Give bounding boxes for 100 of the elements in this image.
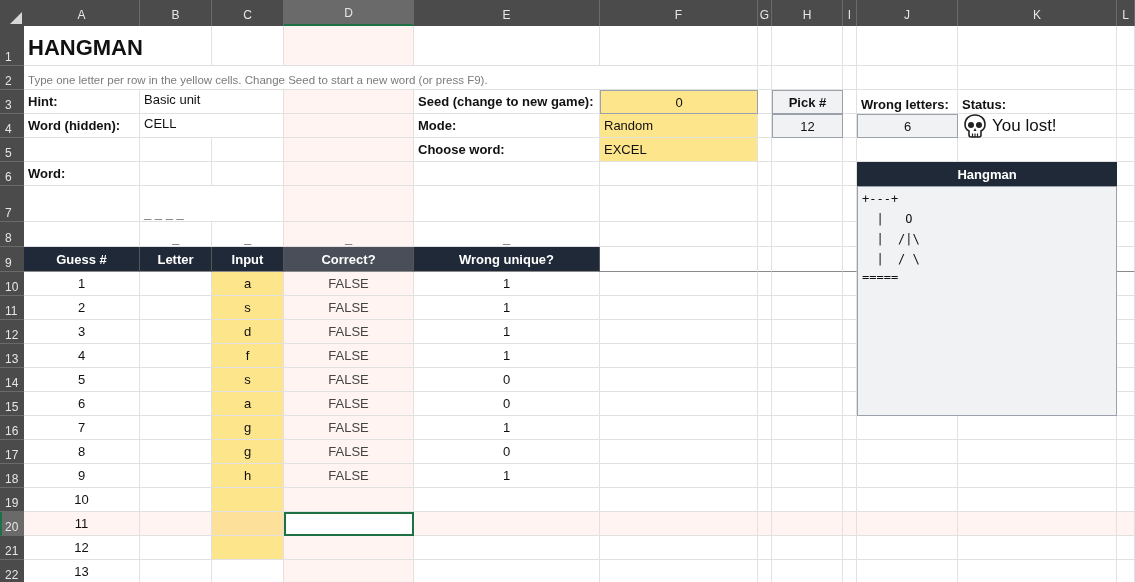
empty-cell[interactable] [843,440,857,464]
row-header-label[interactable]: 20 [0,512,24,536]
empty-cell[interactable] [1117,90,1135,114]
empty-cell[interactable] [1117,512,1135,536]
empty-cell[interactable] [600,272,758,296]
empty-cell[interactable] [857,440,958,464]
empty-cell[interactable] [600,368,758,392]
input-field[interactable] [212,488,284,512]
empty-cell[interactable] [772,440,843,464]
column-header-label[interactable]: E [414,0,600,26]
empty-cell[interactable] [958,26,1117,66]
input-field[interactable]: d [212,320,284,344]
empty-cell[interactable] [772,344,843,368]
empty-cell[interactable] [600,344,758,368]
cell-cursor[interactable] [284,512,414,536]
empty-cell[interactable] [772,416,843,440]
empty-cell[interactable] [284,162,414,186]
input-field[interactable]: s [212,296,284,320]
select-all-icon[interactable] [10,12,22,24]
row-header-label[interactable]: 18 [0,464,24,488]
empty-cell[interactable] [758,320,772,344]
input-field[interactable]: g [212,416,284,440]
empty-cell[interactable] [140,162,212,186]
column-header-label[interactable]: B [140,0,212,26]
mode-value[interactable]: Random [600,114,758,138]
empty-cell[interactable] [857,26,958,66]
choose-word-value[interactable]: EXCEL [600,138,758,162]
column-header-label[interactable]: A [24,0,140,26]
row-header-label[interactable]: 4 [0,114,24,138]
empty-cell[interactable] [772,186,843,222]
empty-cell[interactable] [772,247,843,272]
empty-cell[interactable] [600,320,758,344]
empty-cell[interactable] [1117,114,1135,138]
empty-cell[interactable] [772,320,843,344]
empty-cell[interactable] [758,247,772,272]
row-header-label[interactable]: 9 [0,247,24,272]
empty-cell[interactable] [758,392,772,416]
empty-cell[interactable] [758,296,772,320]
empty-cell[interactable] [857,66,958,90]
input-field[interactable]: g [212,440,284,464]
empty-cell[interactable] [1117,138,1135,162]
empty-cell[interactable] [772,272,843,296]
column-header-label[interactable]: H [772,0,843,26]
empty-cell[interactable] [284,114,414,138]
column-header-label[interactable]: G [758,0,772,26]
empty-cell[interactable] [857,536,958,560]
empty-cell[interactable] [600,464,758,488]
empty-cell[interactable] [772,368,843,392]
empty-cell[interactable] [772,392,843,416]
empty-cell[interactable] [1117,66,1135,90]
empty-cell[interactable] [843,416,857,440]
empty-cell[interactable] [958,440,1117,464]
row-header-label[interactable]: 7 [0,186,24,222]
row-header-label[interactable]: 10 [0,272,24,296]
seed-input[interactable]: 0 [600,90,758,114]
empty-cell[interactable] [600,392,758,416]
row-header-label[interactable]: 12 [0,320,24,344]
empty-cell[interactable] [1117,416,1135,440]
empty-cell[interactable] [958,66,1117,90]
empty-cell[interactable] [758,368,772,392]
empty-cell[interactable] [758,66,772,90]
row-header-label[interactable]: 14 [0,368,24,392]
empty-cell[interactable] [758,222,772,247]
row-header-label[interactable]: 16 [0,416,24,440]
empty-cell[interactable] [857,464,958,488]
row-header-label[interactable]: 2 [0,66,24,90]
empty-cell[interactable] [772,296,843,320]
empty-cell[interactable] [772,222,843,247]
column-header-label[interactable]: K [958,0,1117,26]
empty-cell[interactable] [1117,440,1135,464]
empty-cell[interactable] [600,296,758,320]
column-header-label[interactable]: J [857,0,958,26]
empty-cell[interactable] [758,344,772,368]
input-field[interactable]: h [212,464,284,488]
column-header-label[interactable]: I [843,0,857,26]
empty-cell[interactable] [758,464,772,488]
row-header-label[interactable]: 5 [0,138,24,162]
empty-cell[interactable] [284,26,414,66]
column-header-label[interactable]: F [600,0,758,26]
empty-cell[interactable] [600,416,758,440]
row-header-label[interactable]: 17 [0,440,24,464]
row-header-label[interactable]: 22 [0,560,24,582]
empty-cell[interactable] [772,464,843,488]
row-header-label[interactable]: 19 [0,488,24,512]
empty-cell[interactable] [843,464,857,488]
row-header-label[interactable]: 15 [0,392,24,416]
empty-cell[interactable] [284,138,414,162]
column-header-label[interactable]: D [284,0,414,26]
input-field[interactable]: a [212,392,284,416]
input-field[interactable] [212,512,284,536]
row-header-label[interactable]: 3 [0,90,24,114]
row-header-label[interactable]: 8 [0,222,24,247]
empty-cell[interactable] [600,440,758,464]
empty-cell[interactable] [758,272,772,296]
row-header-label[interactable]: 6 [0,162,24,186]
empty-cell[interactable] [758,186,772,222]
row-header-label[interactable]: 21 [0,536,24,560]
empty-cell[interactable] [758,512,772,536]
empty-cell[interactable] [958,536,1117,560]
empty-cell[interactable] [843,512,857,536]
